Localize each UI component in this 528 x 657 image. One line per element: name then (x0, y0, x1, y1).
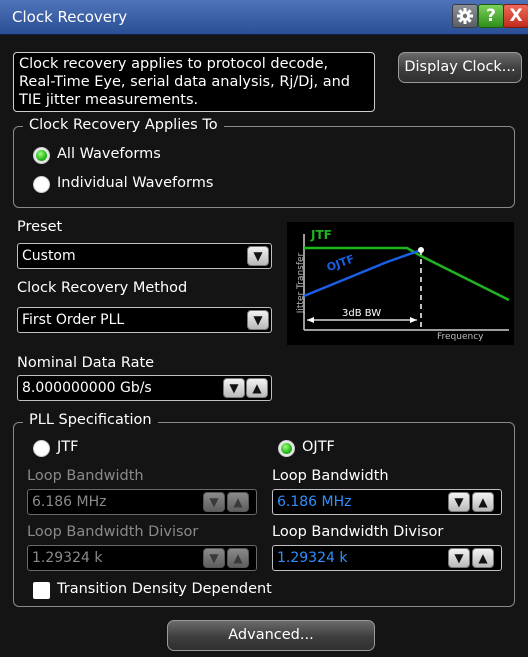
ojtf-divisor-label: Loop Bandwidth Divisor (272, 524, 444, 540)
ojtf-loop-bw-value: 6.186 MHz (277, 494, 352, 510)
radio-jtf[interactable] (33, 440, 50, 457)
chevron-up-icon[interactable]: ▲ (472, 492, 494, 512)
window-title: Clock Recovery (12, 8, 128, 26)
individual-waveforms-label: Individual Waveforms (57, 175, 214, 191)
ojtf-curve (303, 248, 422, 298)
all-waveforms-label: All Waveforms (57, 146, 161, 162)
chevron-up-icon: ▲ (227, 492, 249, 512)
radio-ojtf[interactable] (278, 440, 295, 457)
chevron-down-icon[interactable]: ▼ (448, 492, 470, 512)
method-value: First Order PLL (22, 312, 125, 328)
bw-label: 3dB BW (342, 308, 382, 319)
applies-to-legend: Clock Recovery Applies To (23, 117, 224, 133)
chevron-up-icon: ▲ (227, 548, 249, 568)
nominal-rate-label: Nominal Data Rate (17, 355, 155, 371)
jitter-transfer-graph: JTF OJTF Jitter Transfer 3dB BW Frequenc… (287, 222, 514, 345)
preset-label: Preset (17, 219, 63, 235)
radio-individual-waveforms[interactable] (33, 176, 50, 193)
description-box: Clock recovery applies to protocol decod… (13, 52, 375, 112)
radio-all-waveforms[interactable] (33, 147, 50, 164)
method-label: Clock Recovery Method (17, 280, 188, 296)
transition-density-label: Transition Density Dependent (57, 581, 272, 597)
transition-density-checkbox[interactable] (33, 582, 50, 599)
method-select[interactable]: First Order PLL (17, 307, 272, 333)
jtf-divisor-value: 1.29324 k (32, 550, 103, 566)
chevron-down-icon: ▼ (203, 548, 225, 568)
ojtf-divisor-value: 1.29324 k (277, 550, 348, 566)
nominal-rate-value: 8.000000000 Gb/s (22, 380, 152, 396)
ojtf-label: OJTF (302, 439, 335, 455)
y-axis-label: Jitter Transfer (296, 252, 306, 314)
chevron-down-icon[interactable]: ▼ (223, 378, 245, 398)
ojtf-loop-bw-label: Loop Bandwidth (272, 468, 389, 484)
chevron-down-icon: ▼ (203, 492, 225, 512)
preset-select[interactable]: Custom (17, 243, 272, 269)
preset-value: Custom (22, 248, 76, 264)
gear-icon[interactable] (452, 4, 478, 28)
chevron-up-icon[interactable]: ▲ (246, 378, 268, 398)
close-icon[interactable]: X (503, 4, 528, 28)
jtf-loop-bw-label: Loop Bandwidth (27, 468, 144, 484)
chevron-down-icon[interactable]: ▼ (448, 548, 470, 568)
chevron-up-icon[interactable]: ▲ (472, 548, 494, 568)
help-icon[interactable]: ? (478, 4, 504, 28)
advanced-button[interactable]: Advanced... (167, 620, 375, 651)
display-clock-button[interactable]: Display Clock... (398, 52, 522, 83)
jtf-loop-bw-value: 6.186 MHz (32, 494, 107, 510)
chevron-down-icon[interactable]: ▼ (247, 310, 269, 330)
applies-to-group (13, 126, 515, 208)
x-axis-label: Frequency (437, 332, 484, 342)
title-bar: Clock Recovery ? X (0, 0, 528, 35)
jtf-graph-label: JTF (311, 228, 332, 242)
jtf-divisor-label: Loop Bandwidth Divisor (27, 524, 199, 540)
jtf-label: JTF (57, 439, 79, 455)
chevron-down-icon[interactable]: ▼ (247, 246, 269, 266)
pll-spec-legend: PLL Specification (23, 412, 158, 428)
